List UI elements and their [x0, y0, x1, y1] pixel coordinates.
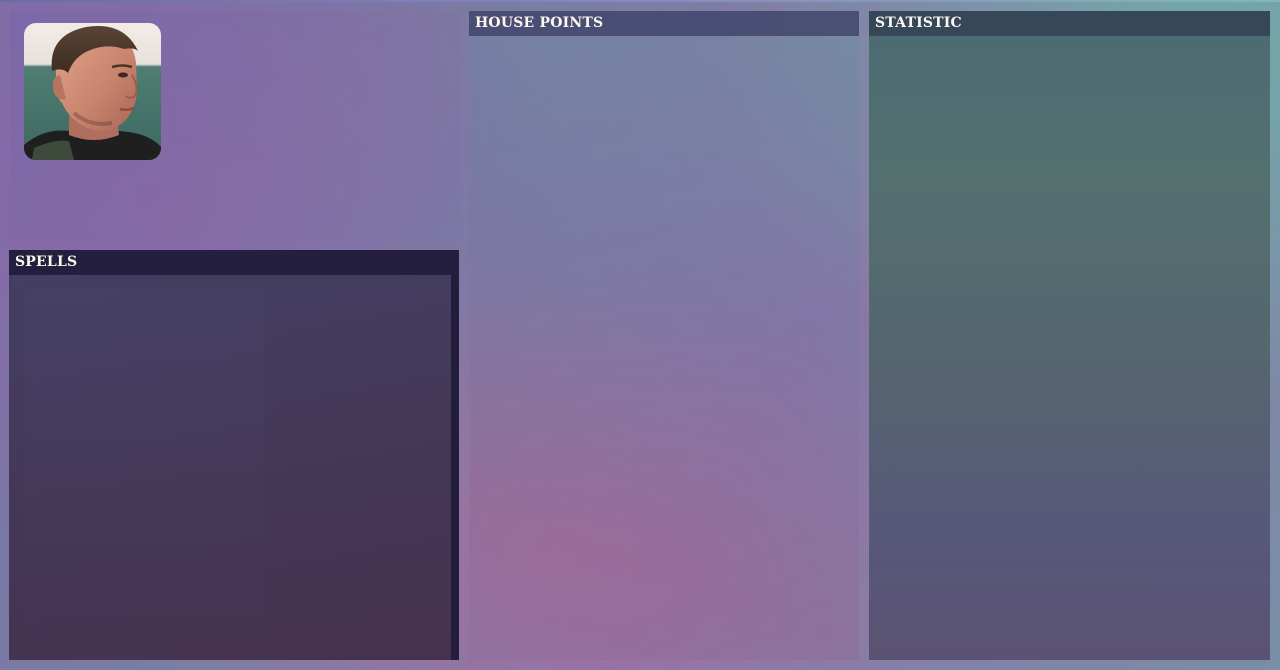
character-portrait-icon: [24, 23, 161, 160]
house-points-panel: HOUSE POINTS: [469, 11, 859, 660]
spells-scrollbar[interactable]: [451, 275, 459, 660]
spells-panel: SPELLS: [9, 250, 459, 660]
avatar[interactable]: [24, 23, 161, 160]
spells-list-area: [25, 289, 265, 649]
top-strip: [0, 0, 1280, 2]
spells-list[interactable]: [9, 275, 451, 660]
statistic-panel: STATISTIC: [869, 11, 1270, 660]
house-points-panel-title: HOUSE POINTS: [469, 11, 859, 36]
profile-panel: [10, 11, 459, 241]
spells-panel-title: SPELLS: [9, 250, 459, 275]
statistic-panel-title: STATISTIC: [869, 11, 1270, 36]
